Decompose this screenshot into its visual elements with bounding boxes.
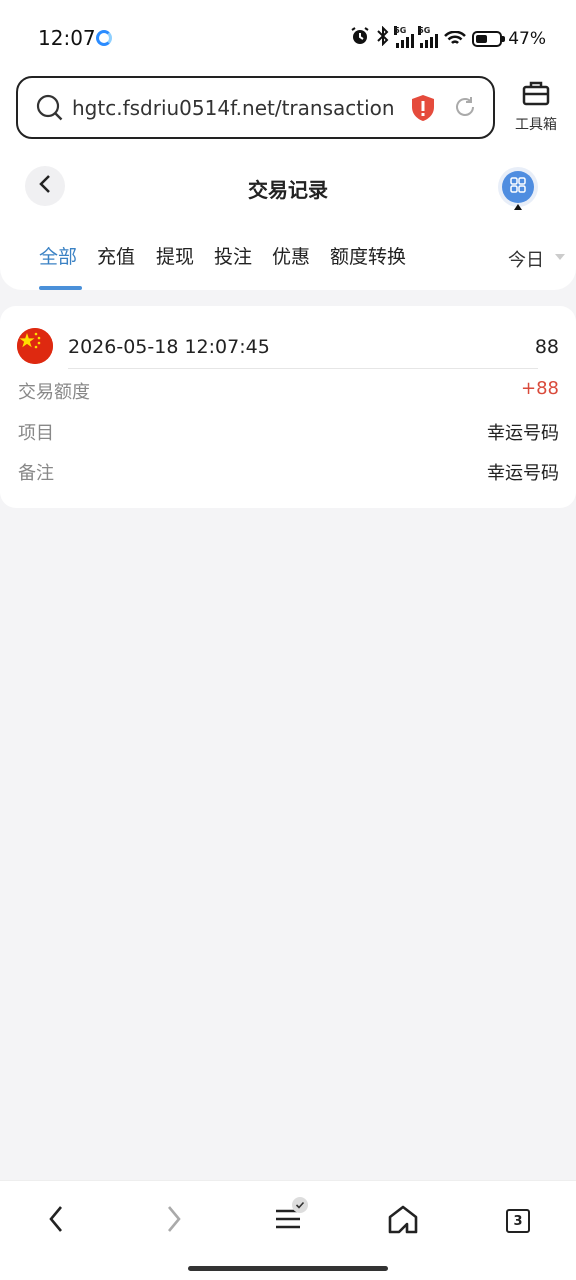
status-time: 12:07: [38, 26, 96, 50]
search-icon: [36, 94, 64, 126]
nav-menu-button[interactable]: [264, 1197, 312, 1241]
record-amount: 88: [534, 336, 559, 358]
tab-credit-transfer[interactable]: 额度转换: [330, 242, 406, 269]
bluetooth-icon: [376, 25, 390, 51]
battery-icon: [472, 30, 506, 47]
signal-icon: 5G: [394, 25, 415, 48]
reload-icon[interactable]: [452, 94, 478, 124]
url-text[interactable]: hgtc.fsdriu0514f.net/transaction: [72, 96, 395, 120]
date-filter[interactable]: 今日: [508, 246, 544, 272]
toolbox-button[interactable]: 工具箱: [508, 80, 564, 134]
row-label: 交易额度: [18, 382, 90, 403]
caret-up-icon: [514, 204, 522, 210]
nav-forward-button[interactable]: [150, 1201, 198, 1241]
home-icon: [387, 1204, 419, 1238]
wifi-icon: [444, 30, 467, 47]
signal-icon: 5G: [418, 25, 439, 48]
status-bar: 12:07 5G 5G 47%: [0, 0, 576, 72]
page-title: 交易记录: [248, 178, 328, 202]
record-row-remark: 备注 幸运号码: [0, 459, 576, 489]
battery-percent: 47%: [508, 28, 546, 49]
active-tab-indicator: [39, 286, 82, 290]
security-shield-icon[interactable]: [410, 94, 436, 126]
nav-tabs-button[interactable]: 3: [494, 1201, 542, 1241]
row-label: 项目: [18, 423, 54, 444]
browser-bottom-nav: 3: [0, 1180, 576, 1280]
toolbox-label: 工具箱: [515, 117, 557, 133]
record-row-item: 项目 幸运号码: [0, 419, 576, 449]
chevron-left-icon: [48, 1205, 64, 1237]
tab-promotion[interactable]: 优惠: [272, 242, 310, 269]
row-label: 备注: [18, 463, 54, 484]
row-value: 幸运号码: [487, 423, 559, 444]
record-row-amount: 交易额度 +88: [0, 378, 576, 408]
transaction-card[interactable]: 2026-05-18 12:07:45 88 交易额度 +88 项目 幸运号码 …: [0, 306, 576, 508]
alarm-icon: [350, 26, 370, 51]
browser-bar: hgtc.fsdriu0514f.net/transaction 工具箱: [0, 72, 576, 152]
caret-down-icon[interactable]: [555, 254, 565, 260]
divider: [68, 368, 538, 369]
tab-bet[interactable]: 投注: [214, 242, 252, 269]
tab-all[interactable]: 全部: [39, 242, 77, 269]
nav-home-button[interactable]: [379, 1201, 427, 1241]
nav-back-button[interactable]: [32, 1201, 80, 1241]
chevron-right-icon: [166, 1205, 182, 1237]
row-value: +88: [521, 378, 559, 399]
address-bar[interactable]: hgtc.fsdriu0514f.net/transaction: [16, 76, 495, 139]
menu-grid-button[interactable]: [502, 171, 534, 203]
row-value: 幸运号码: [487, 463, 559, 484]
home-indicator[interactable]: [188, 1266, 388, 1271]
page-header: 交易记录 全部 充值 提现 投注 优惠 额度转换 今日: [0, 152, 576, 290]
category-tabs: 全部 充值 提现 投注 优惠 额度转换: [0, 242, 576, 282]
status-icons: 5G 5G 47%: [350, 25, 546, 51]
tab-deposit[interactable]: 充值: [97, 242, 135, 269]
tab-count: 3: [506, 1209, 530, 1233]
record-datetime: 2026-05-18 12:07:45: [68, 336, 270, 358]
app-notification-icon: [96, 30, 112, 46]
toolbox-icon: [522, 81, 550, 110]
check-badge-icon: [292, 1197, 308, 1213]
grid-icon: [510, 177, 526, 197]
tab-withdraw[interactable]: 提现: [156, 242, 194, 269]
china-flag-icon: [17, 328, 53, 364]
